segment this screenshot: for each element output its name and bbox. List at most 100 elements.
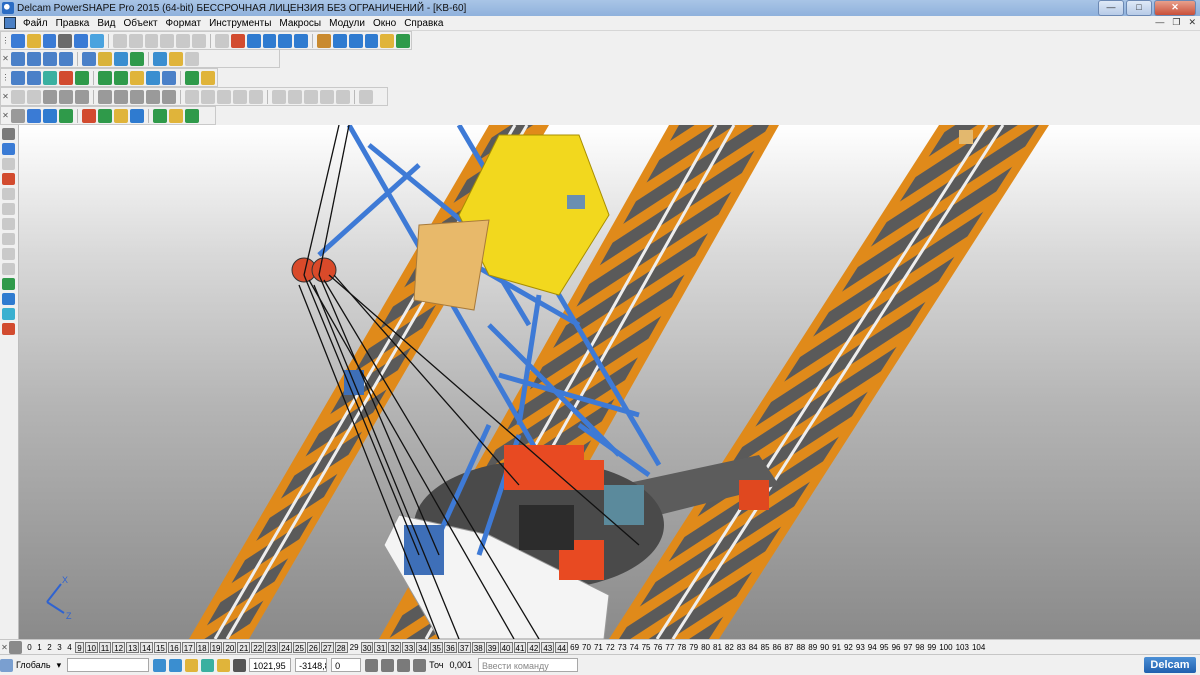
toolbar-button-icon[interactable] [144,33,159,48]
level-button[interactable]: 78 [676,642,687,653]
level-button[interactable]: 71 [593,642,604,653]
workplane-dropdown-icon[interactable]: ▾ [57,660,62,671]
level-button[interactable]: 21 [237,641,251,653]
toolbar-button-icon[interactable] [90,33,104,48]
level-button[interactable]: 0 [25,642,34,653]
level-button[interactable]: 33 [402,641,416,653]
toolbar-button-icon[interactable] [27,70,41,85]
levels-close-icon[interactable]: ✕ [0,640,9,655]
level-button[interactable]: 37 [457,641,471,653]
coord-z-field[interactable]: 0 [331,658,362,672]
level-button[interactable]: 20 [223,641,237,653]
toolbar-button-icon[interactable] [246,33,261,48]
toolbar-button-icon[interactable] [27,89,41,104]
toolbar-button-icon[interactable] [169,108,183,123]
level-button[interactable]: 22 [251,641,265,653]
toolbar-button-icon[interactable] [249,89,263,104]
toolbar-button-icon[interactable] [294,33,309,48]
toolbar-button-icon[interactable] [11,70,25,85]
level-button[interactable]: 95 [879,642,890,653]
level-button[interactable]: 12 [112,641,126,653]
level-button[interactable]: 88 [795,642,806,653]
toolbar-button-icon[interactable] [43,108,57,123]
level-button[interactable]: 29 [349,642,360,653]
level-button[interactable]: 11 [98,641,112,653]
snap-key-icon[interactable] [185,658,199,672]
menu-edit[interactable]: Правка [52,18,94,29]
toolbar-button-icon[interactable] [162,70,176,85]
toolbar-button-icon[interactable] [75,70,89,85]
rel-coord-icon[interactable] [381,658,395,672]
level-button[interactable]: 2 [45,642,54,653]
level-button[interactable]: 79 [688,642,699,653]
level-button[interactable]: 41 [513,641,527,653]
toolbar-close-icon[interactable]: ✕ [1,89,10,104]
toolbar-button-icon[interactable] [10,33,25,48]
polar-coord-icon[interactable] [397,658,411,672]
toolbar-button-icon[interactable] [75,89,89,104]
level-button[interactable]: 17 [181,641,195,653]
toolbar-button-icon[interactable] [43,89,57,104]
level-button[interactable]: 104 [971,642,986,653]
app-icon[interactable] [2,2,14,14]
level-button[interactable]: 32 [388,641,402,653]
level-button[interactable]: 13 [126,641,140,653]
toolbar-button-icon[interactable] [153,108,167,123]
left-toolbar-button-icon[interactable] [2,143,15,155]
toolbar-button-icon[interactable] [42,33,57,48]
toolbar-button-icon[interactable] [336,89,350,104]
level-button[interactable]: 69 [569,642,580,653]
level-button[interactable]: 94 [867,642,878,653]
level-button[interactable]: 90 [819,642,830,653]
level-button[interactable]: 89 [807,642,818,653]
level-button[interactable]: 103 [955,642,970,653]
left-toolbar-button-icon[interactable] [2,293,15,305]
toolbar-button-icon[interactable] [59,51,73,66]
level-button[interactable]: 86 [772,642,783,653]
level-button[interactable]: 9 [75,641,84,653]
left-toolbar-button-icon[interactable] [2,218,15,230]
toolbar-button-icon[interactable] [11,51,25,66]
toolbar-grip[interactable]: ⋮ [1,70,10,85]
left-toolbar-button-icon[interactable] [2,188,15,200]
minimize-button[interactable]: — [1098,0,1124,16]
left-toolbar-button-icon[interactable] [2,128,15,140]
workplane-icon[interactable] [0,658,13,672]
toolbar-button-icon[interactable] [59,89,73,104]
toolbar-button-icon[interactable] [43,70,57,85]
toolbar-button-icon[interactable] [82,51,96,66]
maximize-button[interactable]: □ [1126,0,1152,16]
level-button[interactable]: 73 [617,642,628,653]
level-button[interactable]: 36 [443,641,457,653]
doc-restore-button[interactable]: ❐ [1172,17,1180,28]
level-button[interactable]: 85 [760,642,771,653]
toolbar-button-icon[interactable] [98,70,112,85]
left-toolbar-button-icon[interactable] [2,173,15,185]
toolbar-button-icon[interactable] [214,33,229,48]
level-button[interactable]: 92 [843,642,854,653]
level-button[interactable]: 44 [555,641,569,653]
level-button[interactable]: 42 [527,641,541,653]
coord-x-field[interactable]: 1021,95 [249,658,292,672]
level-button[interactable]: 34 [416,641,430,653]
toolbar-button-icon[interactable] [98,108,112,123]
document-icon[interactable] [4,17,16,29]
toolbar-button-icon[interactable] [153,51,167,66]
doc-minimize-button[interactable]: — [1155,17,1164,28]
toolbar-button-icon[interactable] [82,108,96,123]
level-button[interactable]: 96 [891,642,902,653]
toolbar-button-icon[interactable] [114,51,128,66]
toolbar-button-icon[interactable] [74,33,89,48]
toolbar-button-icon[interactable] [320,89,334,104]
level-button[interactable]: 84 [748,642,759,653]
level-button[interactable]: 15 [153,641,167,653]
toolbar-button-icon[interactable] [359,89,373,104]
left-toolbar-button-icon[interactable] [2,323,15,335]
level-button[interactable]: 1 [35,642,44,653]
toolbar-button-icon[interactable] [176,33,191,48]
level-button[interactable]: 16 [167,641,181,653]
level-button[interactable]: 14 [140,641,153,653]
toolbar-button-icon[interactable] [11,108,25,123]
toolbar-button-icon[interactable] [58,33,73,48]
toolbar-button-icon[interactable] [348,33,363,48]
